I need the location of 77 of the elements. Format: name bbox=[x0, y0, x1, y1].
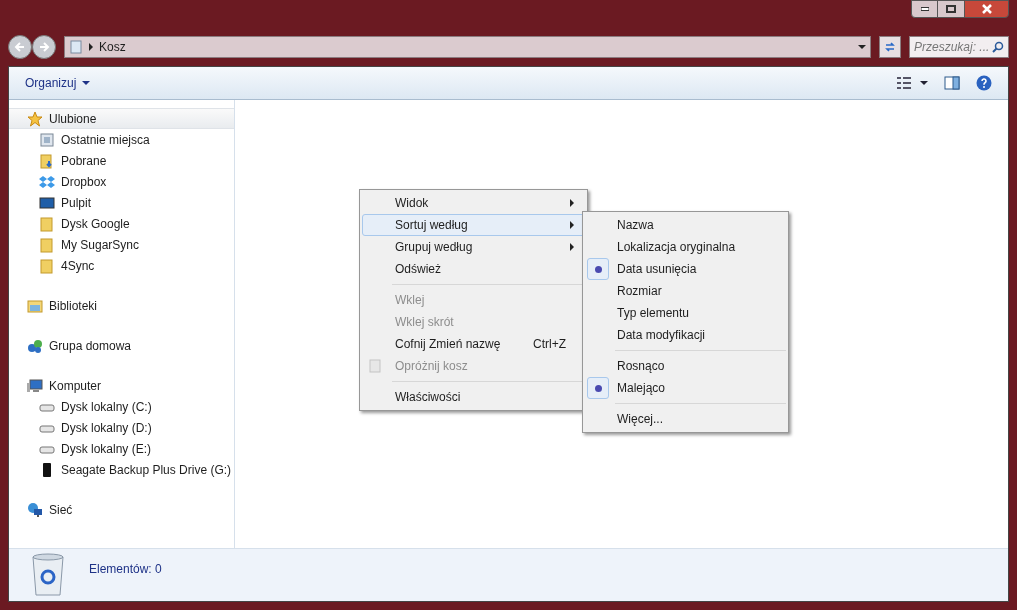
navigation-item[interactable]: Dropbox bbox=[9, 171, 234, 192]
dropbox-icon bbox=[39, 173, 55, 190]
search-field[interactable]: Przeszukaj: ... bbox=[909, 36, 1009, 58]
preview-pane-icon bbox=[944, 75, 960, 91]
menu-item[interactable]: Data usunięcia bbox=[585, 258, 786, 280]
navigation-item[interactable]: Dysk lokalny (C:) bbox=[9, 396, 234, 417]
menu-item[interactable]: Lokalizacja oryginalna bbox=[585, 236, 786, 258]
maximize-button[interactable] bbox=[938, 0, 964, 18]
submenu-arrow-icon bbox=[570, 243, 574, 251]
recycle-bin-icon bbox=[69, 40, 83, 54]
recycle-bin-icon bbox=[31, 553, 65, 597]
caret-icon bbox=[920, 81, 928, 85]
library-icon bbox=[27, 297, 43, 314]
navigation-item[interactable]: Dysk lokalny (E:) bbox=[9, 438, 234, 459]
forward-button[interactable] bbox=[32, 35, 56, 59]
item-count: Elementów: 0 bbox=[89, 561, 162, 578]
menu-item[interactable]: Grupuj według bbox=[362, 236, 585, 258]
navigation-item[interactable]: Ulubione bbox=[9, 108, 234, 129]
close-button[interactable] bbox=[964, 0, 1009, 18]
menu-item[interactable]: Cofnij Zmień nazwę Ctrl+Z bbox=[362, 333, 585, 355]
address-path: Kosz bbox=[99, 39, 126, 56]
navigation-item[interactable]: Pulpit bbox=[9, 192, 234, 213]
back-button[interactable] bbox=[8, 35, 32, 59]
menu-item[interactable]: Właściwości bbox=[362, 386, 585, 408]
help-icon bbox=[976, 75, 992, 91]
folder-icon bbox=[39, 215, 55, 232]
caret-icon bbox=[82, 81, 91, 85]
search-icon bbox=[992, 41, 1004, 53]
menu-item[interactable]: Data modyfikacji bbox=[585, 324, 786, 346]
forward-arrow-icon bbox=[38, 41, 50, 53]
star-icon bbox=[27, 110, 43, 127]
menu-item[interactable]: Malejąco bbox=[585, 377, 786, 399]
refresh-icon bbox=[884, 41, 896, 53]
organize-button[interactable]: Organizuj bbox=[25, 74, 91, 92]
navigation-item[interactable]: Komputer bbox=[9, 375, 234, 396]
folder-icon bbox=[39, 257, 55, 274]
menu-item[interactable]: Typ elementu bbox=[585, 302, 786, 324]
back-arrow-icon bbox=[14, 41, 26, 53]
navigation-item[interactable]: Seagate Backup Plus Drive (G:) bbox=[9, 459, 234, 480]
folder-icon bbox=[39, 236, 55, 253]
network-icon bbox=[27, 501, 43, 518]
submenu-arrow-icon bbox=[570, 199, 574, 207]
maximize-icon bbox=[946, 5, 956, 13]
navigation-item[interactable]: Ostatnie miejsca bbox=[9, 129, 234, 150]
navigation-item[interactable]: Grupa domowa bbox=[9, 335, 234, 356]
desktop-icon bbox=[39, 194, 55, 211]
menu-item[interactable]: Więcej... bbox=[585, 408, 786, 430]
navigation-item[interactable]: Sieć bbox=[9, 499, 234, 520]
details-view-icon bbox=[896, 75, 912, 91]
folder-download-icon bbox=[39, 152, 55, 169]
navigation-item[interactable]: Dysk lokalny (D:) bbox=[9, 417, 234, 438]
navigation-item[interactable]: 4Sync bbox=[9, 255, 234, 276]
computer-icon bbox=[27, 377, 43, 394]
navigation-item[interactable]: Dysk Google bbox=[9, 213, 234, 234]
menu-item[interactable]: Odśwież bbox=[362, 258, 585, 280]
address-bar[interactable]: Kosz bbox=[64, 36, 871, 58]
menu-item[interactable]: Sortuj według bbox=[362, 214, 585, 236]
menu-item[interactable]: Nazwa bbox=[585, 214, 786, 236]
close-icon bbox=[981, 4, 992, 14]
recent-places-icon bbox=[39, 131, 55, 148]
navigation-item[interactable]: My SugarSync bbox=[9, 234, 234, 255]
homegroup-icon bbox=[27, 337, 43, 354]
view-options-button[interactable] bbox=[896, 75, 928, 91]
menu-item[interactable]: Widok bbox=[362, 192, 585, 214]
dropdown-caret-icon bbox=[858, 45, 866, 49]
breadcrumb-arrow-icon bbox=[89, 43, 93, 51]
recycle-bin-icon bbox=[368, 359, 382, 373]
preview-pane-button[interactable] bbox=[944, 75, 960, 91]
minimize-button[interactable] bbox=[911, 0, 938, 18]
minimize-icon bbox=[920, 7, 929, 11]
submenu-arrow-icon bbox=[570, 221, 574, 229]
menu-item[interactable]: Rosnąco bbox=[585, 355, 786, 377]
menu-item[interactable]: Rozmiar bbox=[585, 280, 786, 302]
navigation-item[interactable]: Biblioteki bbox=[9, 295, 234, 316]
navigation-item[interactable]: Pobrane bbox=[9, 150, 234, 171]
refresh-button[interactable] bbox=[879, 36, 901, 58]
help-button[interactable] bbox=[976, 75, 992, 91]
